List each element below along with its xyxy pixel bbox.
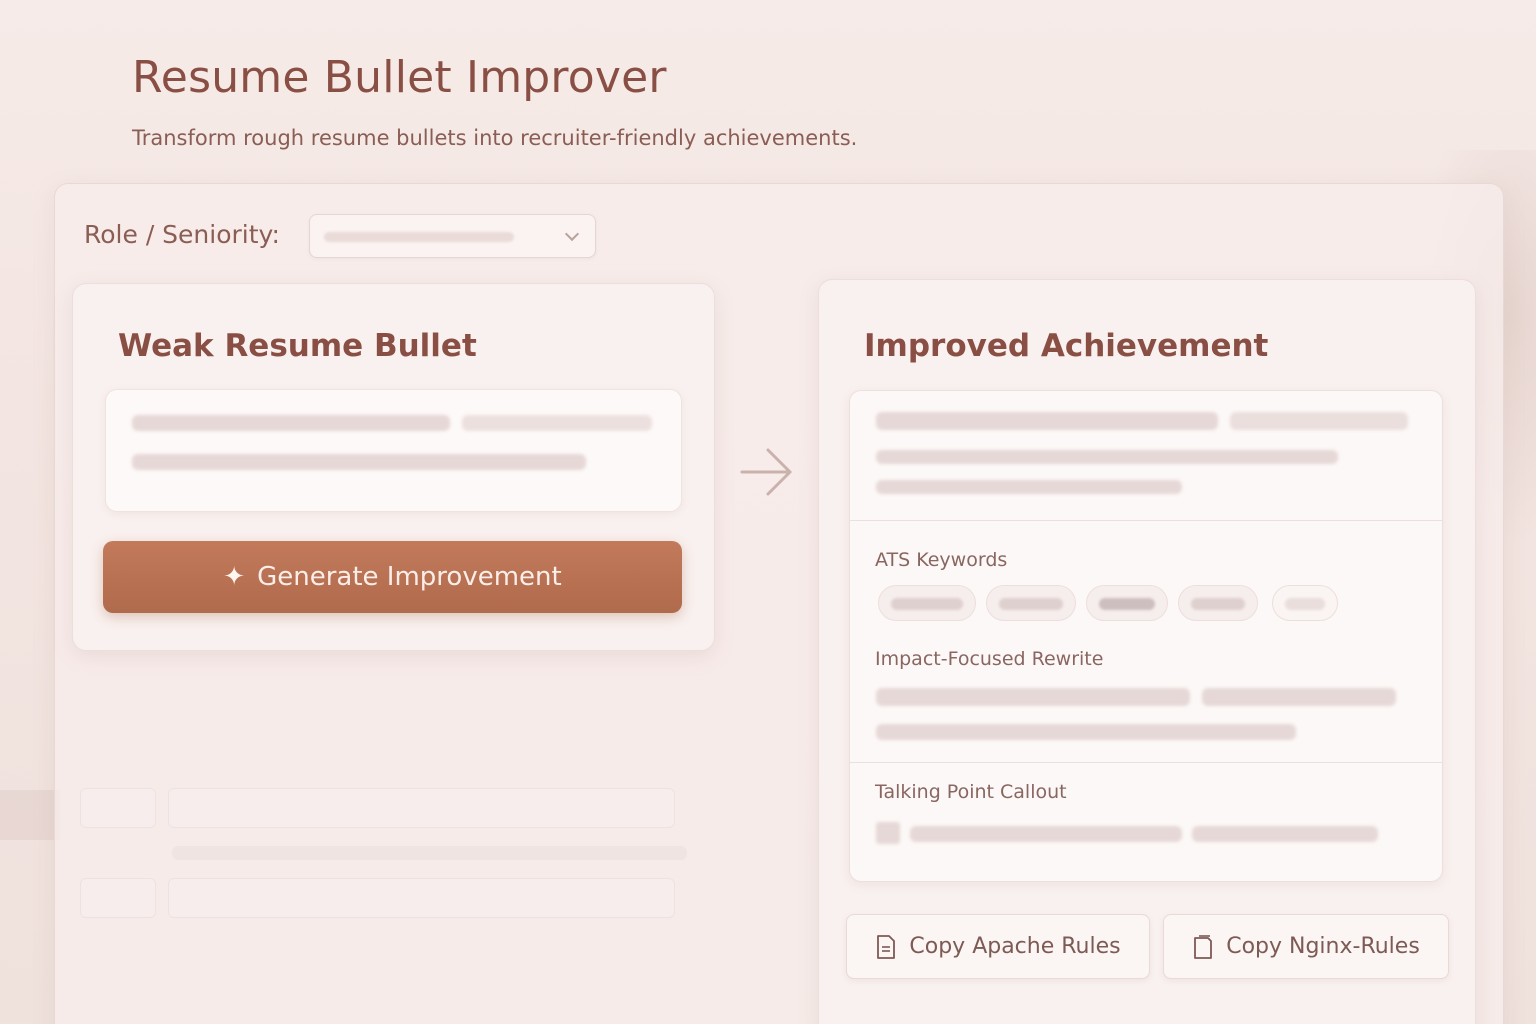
ats-keyword-chip bbox=[986, 585, 1076, 621]
role-seniority-select[interactable] bbox=[309, 214, 596, 258]
callout-marker bbox=[876, 822, 900, 844]
chevron-down-icon bbox=[564, 226, 580, 242]
select-value-placeholder bbox=[324, 232, 514, 242]
document-icon bbox=[877, 934, 896, 959]
callout-text-line bbox=[1192, 826, 1378, 842]
sparkle-icon: ✦ bbox=[223, 562, 246, 592]
section-divider bbox=[850, 762, 1442, 763]
page-title: Resume Bullet Improver bbox=[132, 52, 667, 103]
copy-nginx-rules-button[interactable]: Copy Nginx-Rules bbox=[1163, 914, 1449, 979]
input-text-line bbox=[462, 415, 652, 431]
ghost-row-tag bbox=[80, 878, 156, 918]
ghost-row-line bbox=[172, 846, 687, 860]
ats-keyword-chip bbox=[1086, 585, 1168, 621]
chip-text bbox=[891, 598, 963, 610]
weak-bullet-input[interactable] bbox=[105, 389, 682, 512]
talking-point-label: Talking Point Callout bbox=[875, 781, 1067, 803]
result-text-line bbox=[876, 412, 1218, 430]
chip-text bbox=[999, 598, 1063, 610]
result-text-line bbox=[1230, 412, 1408, 430]
rewrite-text-line bbox=[876, 688, 1190, 706]
ghost-row-field bbox=[168, 878, 675, 918]
chip-text bbox=[1099, 598, 1155, 610]
ats-keywords-label: ATS Keywords bbox=[875, 549, 1008, 571]
impact-rewrite-label: Impact-Focused Rewrite bbox=[875, 648, 1104, 670]
copy-apache-rules-button[interactable]: Copy Apache Rules bbox=[846, 914, 1150, 979]
rewrite-text-line bbox=[1202, 688, 1396, 706]
ats-keyword-chip bbox=[1272, 585, 1338, 621]
ats-keyword-chip bbox=[1178, 585, 1258, 621]
ghost-row-field bbox=[168, 788, 675, 828]
document-icon bbox=[1194, 934, 1213, 959]
copy-apache-label: Copy Apache Rules bbox=[909, 934, 1121, 959]
background-decoration bbox=[0, 790, 60, 840]
chip-text bbox=[1191, 598, 1245, 610]
weak-bullet-title: Weak Resume Bullet bbox=[118, 328, 477, 364]
section-divider bbox=[850, 520, 1442, 521]
improved-achievement-title: Improved Achievement bbox=[864, 328, 1269, 364]
result-text-line bbox=[876, 450, 1338, 464]
chip-text bbox=[1285, 598, 1325, 610]
input-text-line bbox=[132, 415, 450, 431]
rewrite-text-line bbox=[876, 724, 1296, 740]
copy-nginx-label: Copy Nginx-Rules bbox=[1226, 934, 1420, 959]
page-subtitle: Transform rough resume bullets into recr… bbox=[132, 126, 858, 150]
ats-keyword-chip bbox=[878, 585, 976, 621]
result-text-line bbox=[876, 480, 1182, 494]
callout-text-line bbox=[910, 826, 1182, 842]
arrow-right-icon bbox=[740, 448, 792, 496]
ghost-row-tag bbox=[80, 788, 156, 828]
generate-button-label: Generate Improvement bbox=[257, 562, 562, 592]
input-text-line bbox=[132, 454, 586, 470]
generate-improvement-button[interactable]: ✦ Generate Improvement bbox=[103, 541, 682, 613]
role-seniority-label: Role / Seniority: bbox=[84, 220, 280, 249]
